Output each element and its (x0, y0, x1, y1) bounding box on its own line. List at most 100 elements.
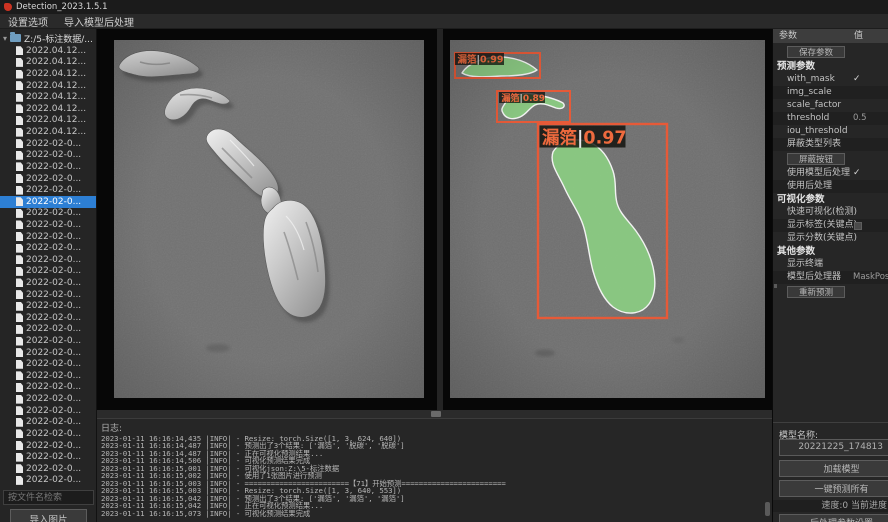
param-button[interactable]: 重新预测 (787, 286, 845, 298)
tree-item[interactable]: 2022-02-0... (0, 358, 97, 370)
param-button[interactable]: 屏蔽按钮 (787, 153, 845, 165)
file-icon (16, 116, 23, 125)
param-row[interactable]: with_mask✓ (773, 73, 888, 86)
tree-item[interactable]: 2022-02-0... (0, 324, 97, 336)
log-splitter[interactable] (97, 410, 772, 418)
tree-item[interactable]: 2022-02-0... (0, 231, 97, 243)
checkbox-unchecked[interactable] (854, 222, 862, 230)
import-images-button[interactable]: 导入图片 (10, 509, 87, 522)
checkmark-icon[interactable]: ✓ (853, 167, 861, 180)
file-icon (16, 313, 23, 322)
tree-item[interactable]: 2022-02-0... (0, 451, 97, 463)
tree-item[interactable]: 2022.04.12... (0, 68, 97, 80)
file-search-input[interactable] (3, 490, 94, 505)
param-button[interactable]: 保存参数 (787, 46, 845, 58)
prediction-image-panel[interactable]: 漏箔|0.99 漏箔|0.89 漏箔|0.97 (443, 29, 772, 410)
tree-item[interactable]: 2022-02-0... (0, 161, 97, 173)
param-label: threshold (773, 113, 829, 123)
tree-item[interactable]: 2022.04.12... (0, 80, 97, 92)
chevron-down-icon: ▾ (0, 34, 10, 43)
file-icon (16, 70, 23, 79)
tree-item-label: 2022-02-0... (26, 197, 81, 207)
file-icon (16, 128, 23, 137)
tree-item-label: 2022-02-0... (26, 278, 81, 288)
tree-item[interactable]: 2022-02-0... (0, 196, 97, 208)
tree-item[interactable]: 2022-02-0... (0, 370, 97, 382)
tree-item-label: 2022-02-0... (26, 185, 81, 195)
file-icon (16, 337, 23, 346)
log-panel[interactable]: 日志: 2023-01-11 16:16:14,435 |INFO| - Res… (97, 418, 772, 522)
checkmark-icon[interactable]: ✓ (853, 73, 861, 86)
tree-item-label: 2022-02-0... (26, 371, 81, 381)
tree-item[interactable]: 2022-02-0... (0, 254, 97, 266)
load-model-button[interactable]: 加载模型 (779, 460, 888, 477)
param-row[interactable]: 使用后处理 (773, 180, 888, 193)
tree-item-label: 2022-02-0... (26, 441, 81, 451)
tree-item[interactable]: 2022-02-0... (0, 393, 97, 405)
tree-item[interactable]: 2022-02-0... (0, 440, 97, 452)
param-row[interactable]: iou_threshold (773, 125, 888, 138)
tree-item[interactable]: 2022.04.12... (0, 103, 97, 115)
tree-item[interactable]: 2022.04.12... (0, 57, 97, 69)
tree-item[interactable]: 2022-02-0... (0, 184, 97, 196)
tree-item[interactable]: 2022-02-0... (0, 138, 97, 150)
tree-item[interactable]: 2022-02-0... (0, 428, 97, 440)
tree-item[interactable]: 2022-02-0... (0, 382, 97, 394)
param-row[interactable]: 使用模型后处理✓ (773, 167, 888, 180)
tree-item[interactable]: 2022-02-0... (0, 208, 97, 220)
param-row[interactable]: 屏蔽类型列表 (773, 138, 888, 151)
tree-item[interactable]: 2022-02-0... (0, 242, 97, 254)
param-row[interactable]: 显示标签(关键点) (773, 219, 888, 232)
file-icon (16, 360, 23, 369)
file-icon (16, 58, 23, 67)
model-name-field[interactable]: 20221225_174813 (779, 439, 888, 456)
param-row[interactable]: 模型后处理器MaskPostPro (773, 271, 888, 284)
menu-import-model-postprocess[interactable]: 导入模型后处理 (56, 14, 142, 29)
param-row[interactable]: 显示终端 (773, 258, 888, 271)
tree-item[interactable]: 2022-02-0... (0, 417, 97, 429)
tree-item[interactable]: 2022-02-0... (0, 300, 97, 312)
tree-root[interactable]: ▾ Z:/5-标注数据/... (0, 32, 97, 44)
tree-item-label: 2022.04.12... (26, 46, 86, 56)
tree-item[interactable]: 2022.04.12... (0, 126, 97, 138)
param-value: MaskPostPro (853, 271, 888, 284)
file-icon (16, 383, 23, 392)
tree-item-label: 2022-02-0... (26, 301, 81, 311)
source-image-panel[interactable] (97, 29, 437, 410)
file-icon (16, 302, 23, 311)
param-row[interactable]: 快速可视化(检测) (773, 206, 888, 219)
tree-item[interactable]: 2022-02-0... (0, 289, 97, 301)
tree-item[interactable]: 2022-02-0... (0, 277, 97, 289)
param-label: 使用模型后处理 (773, 168, 850, 178)
splitter-grip-icon[interactable] (431, 411, 441, 417)
speed-status: 速度:0 当前进度 (773, 500, 888, 512)
tree-item[interactable]: 2022-02-0... (0, 173, 97, 185)
tree-item[interactable]: 2022-02-0... (0, 405, 97, 417)
tree-item-label: 2022.04.12... (26, 127, 86, 137)
param-row[interactable]: scale_factor (773, 99, 888, 112)
tree-item[interactable]: 2022-02-0... (0, 475, 97, 487)
menu-settings[interactable]: 设置选项 (0, 14, 56, 29)
param-row[interactable]: threshold 0.5 (773, 112, 888, 125)
tree-item[interactable]: 2022-02-0... (0, 347, 97, 359)
param-value: 0.5 (853, 112, 867, 125)
log-scrollbar[interactable] (765, 502, 770, 516)
param-row[interactable]: 显示分数(关键点) (773, 232, 888, 245)
tree-item[interactable]: 2022-02-0... (0, 312, 97, 324)
tree-item[interactable]: 2022-02-0... (0, 463, 97, 475)
tree-item[interactable]: 2022.04.12... (0, 115, 97, 127)
postprocess-settings-button[interactable]: 后处理参数设置 (779, 514, 888, 522)
predict-all-button[interactable]: 一键预测所有 (779, 480, 888, 497)
log-title: 日志: (97, 419, 772, 435)
tree-item[interactable]: 2022-02-0... (0, 219, 97, 231)
tree-item[interactable]: 2022.04.12... (0, 91, 97, 103)
params-header-value: 值 (854, 29, 863, 43)
param-label: iou_threshold (773, 126, 848, 136)
tree-item[interactable]: 2022-02-0... (0, 335, 97, 347)
tree-item[interactable]: 2022-02-0... (0, 266, 97, 278)
tree-item-label: 2022-02-0... (26, 162, 81, 172)
param-button-row: 重新预测 (773, 284, 888, 300)
tree-item[interactable]: 2022.04.12... (0, 45, 97, 57)
param-row[interactable]: img_scale (773, 86, 888, 99)
tree-item[interactable]: 2022-02-0... (0, 149, 97, 161)
